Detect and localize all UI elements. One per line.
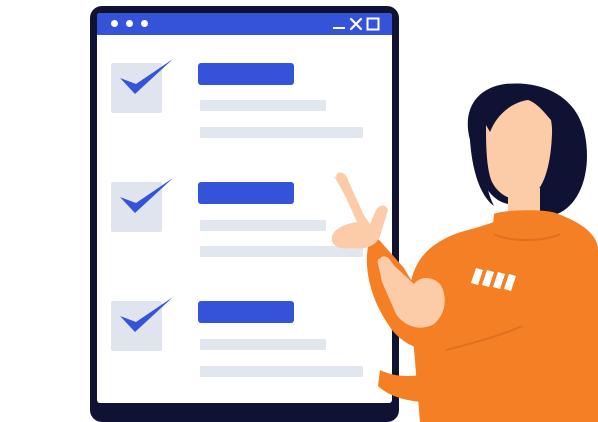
person-illustration [331, 83, 598, 422]
pointing-finger-upper [336, 172, 366, 224]
illustration-scene [0, 0, 598, 422]
